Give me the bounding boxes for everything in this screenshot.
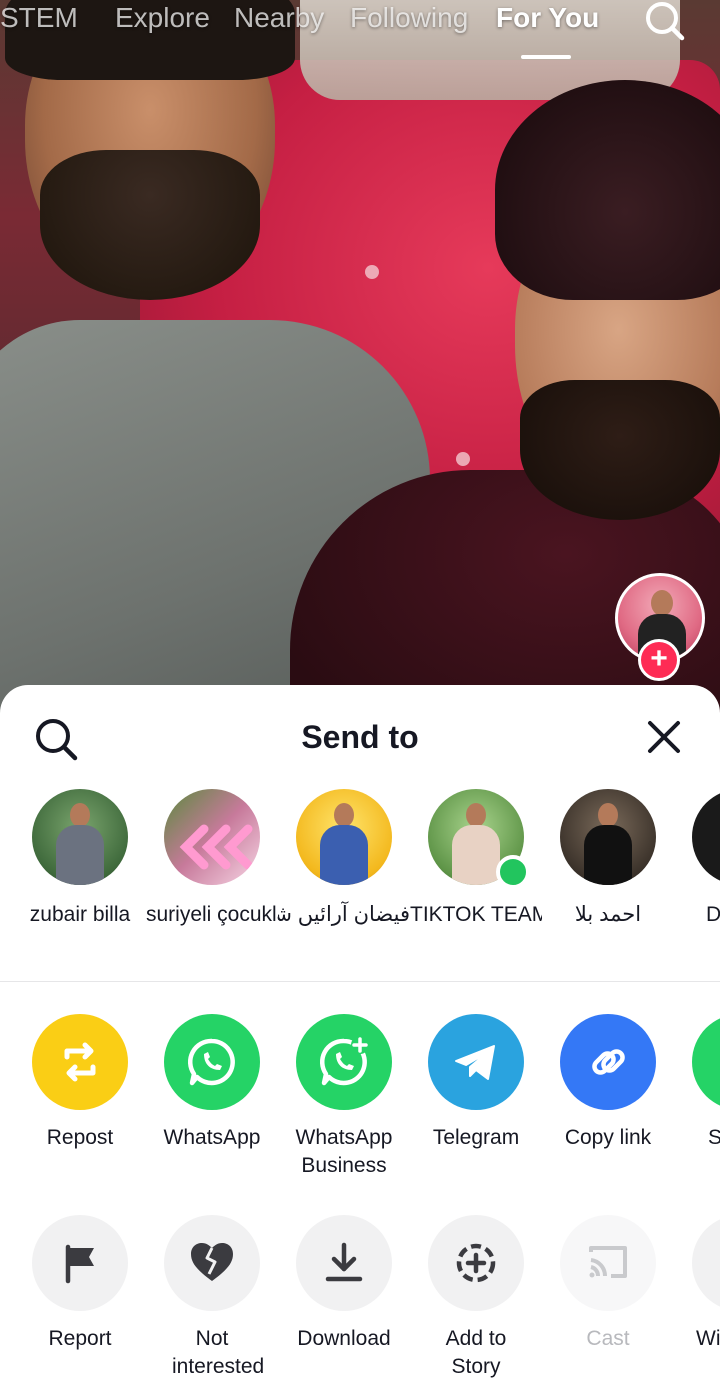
whatsapp-business-icon bbox=[296, 1014, 392, 1110]
contact-avatar bbox=[296, 789, 392, 885]
video-tuft bbox=[456, 452, 470, 466]
chevron-decoration-icon bbox=[179, 824, 253, 870]
copy-link-button[interactable]: Copy link bbox=[542, 1014, 674, 1152]
cast-label: Cast bbox=[586, 1327, 630, 1350]
close-icon[interactable] bbox=[644, 717, 684, 757]
more-button[interactable]: Wi bbox=[674, 1215, 720, 1353]
add-to-story-button[interactable]: Add to Story bbox=[410, 1215, 542, 1381]
contact-name: فیضان آرائیں شاپور آلہ ... bbox=[278, 903, 410, 926]
follow-plus-icon[interactable]: + bbox=[638, 639, 680, 681]
whatsapp-status-label: S bbox=[708, 1126, 720, 1149]
telegram-label: Telegram bbox=[432, 1126, 520, 1149]
whatsapp-button[interactable]: WhatsApp bbox=[146, 1014, 278, 1152]
search-icon[interactable] bbox=[640, 0, 690, 42]
add-to-story-label: Add to Story bbox=[445, 1327, 507, 1378]
cast-icon bbox=[560, 1215, 656, 1311]
online-status-dot bbox=[496, 855, 530, 889]
not-interested-label: Not interested bbox=[172, 1327, 265, 1378]
avatar-figure-head bbox=[334, 803, 354, 827]
whatsapp-label: WhatsApp bbox=[163, 1126, 261, 1149]
contact-item[interactable]: D bbox=[674, 789, 720, 929]
avatar-figure-body bbox=[584, 825, 632, 885]
contact-name: احمد بلا bbox=[574, 903, 642, 926]
contact-item[interactable]: احمد بلا bbox=[542, 789, 674, 929]
repost-button[interactable]: Repost bbox=[14, 1014, 146, 1152]
top-nav: STEM Explore Nearby Following For You bbox=[0, 0, 720, 70]
contact-avatar bbox=[164, 789, 260, 885]
tab-following[interactable]: Following bbox=[350, 2, 468, 34]
contact-avatar bbox=[692, 789, 720, 885]
repost-label: Repost bbox=[46, 1126, 114, 1149]
avatar-figure-body bbox=[452, 825, 500, 885]
video-frame[interactable] bbox=[0, 0, 720, 720]
link-icon bbox=[560, 1014, 656, 1110]
download-label: Download bbox=[297, 1327, 391, 1350]
tab-stem[interactable]: STEM bbox=[0, 2, 78, 34]
report-label: Report bbox=[48, 1327, 112, 1350]
download-icon bbox=[296, 1215, 392, 1311]
contact-item[interactable]: zubair billa bbox=[14, 789, 146, 929]
repost-icon bbox=[32, 1014, 128, 1110]
contacts-row: zubair billa suriyeli çocuklar ... فیضان… bbox=[0, 789, 720, 969]
more-icon bbox=[692, 1215, 720, 1311]
copy-link-label: Copy link bbox=[564, 1126, 652, 1149]
whatsapp-icon bbox=[164, 1014, 260, 1110]
contact-item[interactable]: suriyeli çocuklar ... bbox=[146, 789, 278, 929]
tab-nearby[interactable]: Nearby bbox=[234, 2, 324, 34]
contact-name: suriyeli çocuklar ... bbox=[146, 903, 278, 926]
avatar-figure-head bbox=[466, 803, 486, 827]
video-person-right-beard bbox=[520, 380, 720, 520]
whatsapp-business-label: WhatsApp Business bbox=[295, 1126, 393, 1177]
contact-avatar bbox=[560, 789, 656, 885]
avatar-figure-body bbox=[320, 825, 368, 885]
contact-avatar bbox=[32, 789, 128, 885]
broken-heart-icon bbox=[164, 1215, 260, 1311]
whatsapp-business-button[interactable]: WhatsApp Business bbox=[278, 1014, 410, 1180]
telegram-icon bbox=[428, 1014, 524, 1110]
telegram-button[interactable]: Telegram bbox=[410, 1014, 542, 1152]
cast-button[interactable]: Cast bbox=[542, 1215, 674, 1353]
avatar-figure-head bbox=[651, 590, 673, 616]
tab-for-you[interactable]: For You bbox=[496, 2, 599, 34]
tab-explore[interactable]: Explore bbox=[115, 2, 210, 34]
video-person-left-beard bbox=[40, 150, 260, 300]
contact-name: TIKTOK TEAMWO... bbox=[410, 903, 542, 926]
whatsapp-status-button[interactable]: S bbox=[674, 1014, 720, 1152]
divider bbox=[0, 981, 720, 982]
flag-icon bbox=[32, 1215, 128, 1311]
whatsapp-status-icon bbox=[692, 1014, 720, 1110]
download-button[interactable]: Download bbox=[278, 1215, 410, 1353]
avatar-figure-head bbox=[598, 803, 618, 827]
contact-item[interactable]: فیضان آرائیں شاپور آلہ ... bbox=[278, 789, 410, 929]
add-story-icon bbox=[428, 1215, 524, 1311]
avatar-figure-head bbox=[70, 803, 90, 827]
more-label: Wi bbox=[696, 1327, 720, 1350]
avatar-figure-body bbox=[56, 825, 104, 885]
contact-name: zubair billa bbox=[29, 903, 131, 926]
report-button[interactable]: Report bbox=[14, 1215, 146, 1353]
video-tuft bbox=[365, 265, 379, 279]
share-sheet: Send to zubair billa suriyeli çocuklar .… bbox=[0, 685, 720, 1384]
not-interested-button[interactable]: Not interested bbox=[146, 1215, 278, 1381]
contact-name: D bbox=[706, 903, 720, 926]
sheet-title: Send to bbox=[301, 719, 419, 755]
active-tab-indicator bbox=[521, 55, 571, 59]
